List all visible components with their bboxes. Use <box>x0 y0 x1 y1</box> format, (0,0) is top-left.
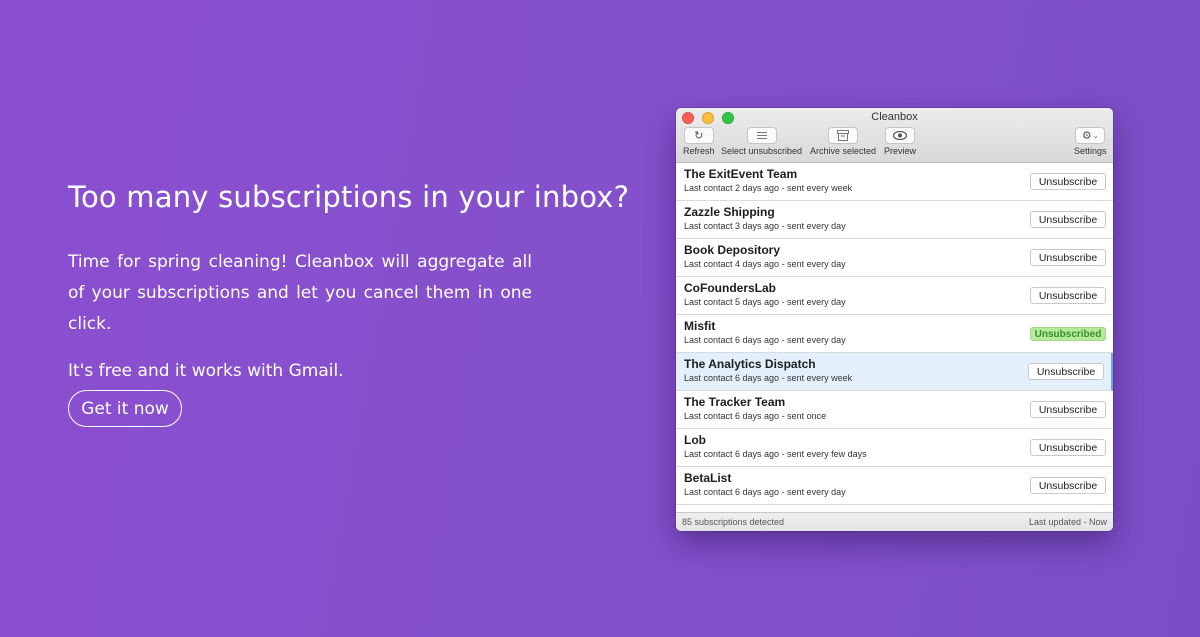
list-icon <box>756 132 767 139</box>
preview-button[interactable] <box>885 127 915 144</box>
preview-tool[interactable]: Preview <box>884 127 916 156</box>
subscription-row-selected[interactable]: The Analytics Dispatch Last contact 6 da… <box>676 353 1113 391</box>
gear-icon: ⚙ <box>1081 130 1092 142</box>
refresh-button[interactable]: ↻ <box>683 127 714 144</box>
last-updated: Last updated - Now <box>1028 517 1107 527</box>
get-it-now-button[interactable]: Get it now <box>68 390 182 427</box>
subscription-name: Lob <box>684 433 706 447</box>
refresh-tool[interactable]: ↻ Refresh <box>683 127 715 156</box>
hero-free-text: It's free and it works with Gmail. <box>68 361 344 381</box>
cleanbox-window: Cleanbox ↻ Refresh Select unsubscribed A… <box>676 108 1113 531</box>
subscription-row[interactable]: CoFoundersLab Last contact 5 days ago - … <box>676 277 1113 315</box>
unsubscribe-button[interactable]: Unsubscribe <box>1030 287 1106 304</box>
subscription-row[interactable]: Misfit Last contact 6 days ago - sent ev… <box>676 315 1113 353</box>
unsubscribe-button[interactable]: Unsubscribe <box>1030 477 1106 494</box>
unsubscribe-button[interactable]: Unsubscribe <box>1030 173 1106 190</box>
archive-selected-tool[interactable]: Archive selected <box>810 127 876 156</box>
window-toolbar: Cleanbox ↻ Refresh Select unsubscribed A… <box>676 108 1113 163</box>
subscription-name: Zazzle Shipping <box>684 205 775 219</box>
archive-selected-button[interactable] <box>828 127 859 144</box>
unsubscribe-button[interactable]: Unsubscribe <box>1030 249 1106 266</box>
subscription-row[interactable]: The Tracker Team Last contact 6 days ago… <box>676 391 1113 429</box>
unsubscribe-button[interactable]: Unsubscribe <box>1030 211 1106 228</box>
hero-lead-text: Time for spring cleaning! Cleanbox will … <box>68 252 532 334</box>
refresh-label: Refresh <box>683 146 715 156</box>
hero-heading: Too many subscriptions in your inbox? <box>68 180 630 214</box>
subscription-name: The ExitEvent Team <box>684 167 798 181</box>
chevron-down-icon: ⌄ <box>1092 132 1099 140</box>
unsubscribe-button[interactable]: Unsubscribe <box>1028 363 1104 380</box>
subscription-list[interactable]: The ExitEvent Team Last contact 2 days a… <box>676 163 1113 513</box>
subscription-row[interactable]: The ExitEvent Team Last contact 2 days a… <box>676 163 1113 201</box>
unsubscribe-button[interactable]: Unsubscribe <box>1030 439 1106 456</box>
archive-selected-label: Archive selected <box>810 146 877 156</box>
preview-label: Preview <box>884 146 917 156</box>
subscription-detail: Last contact 2 days ago - sent every wee… <box>684 183 853 193</box>
unsubscribed-badge: Unsubscribed <box>1030 327 1106 341</box>
subscription-name: The Analytics Dispatch <box>684 357 816 371</box>
settings-label: Settings <box>1074 146 1107 156</box>
subscription-row[interactable]: Book Depository Last contact 4 days ago … <box>676 239 1113 277</box>
hero-section: Too many subscriptions in your inbox? Ti… <box>68 180 630 387</box>
subscription-row[interactable]: Zazzle Shipping Last contact 3 days ago … <box>676 201 1113 239</box>
subscription-name: BetaList <box>684 471 732 485</box>
subscription-row[interactable]: BetaList Last contact 6 days ago - sent … <box>676 467 1113 505</box>
subscription-count: 85 subscriptions detected <box>682 517 785 527</box>
unsubscribe-button[interactable]: Unsubscribe <box>1030 401 1106 418</box>
status-bar: 85 subscriptions detected Last updated -… <box>676 512 1113 531</box>
subscription-detail: Last contact 5 days ago - sent every day <box>684 297 846 307</box>
subscription-detail: Last contact 6 days ago - sent once <box>684 411 827 421</box>
select-unsubscribed-label: Select unsubscribed <box>721 146 803 156</box>
subscription-detail: Last contact 6 days ago - sent every day <box>684 487 846 497</box>
subscription-detail: Last contact 6 days ago - sent every wee… <box>684 373 853 383</box>
subscription-detail: Last contact 4 days ago - sent every day <box>684 259 846 269</box>
subscription-name: Book Depository <box>684 243 781 257</box>
subscription-name: The Tracker Team <box>684 395 786 409</box>
subscription-detail: Last contact 6 days ago - sent every day <box>684 335 846 345</box>
subscription-detail: Last contact 6 days ago - sent every few… <box>684 449 867 459</box>
archive-icon <box>837 130 850 141</box>
subscription-row[interactable]: Lob Last contact 6 days ago - sent every… <box>676 429 1113 467</box>
select-unsubscribed-tool[interactable]: Select unsubscribed <box>721 127 802 156</box>
eye-icon <box>893 131 907 140</box>
subscription-name: CoFoundersLab <box>684 281 776 295</box>
window-title: Cleanbox <box>871 111 918 123</box>
subscription-detail: Last contact 3 days ago - sent every day <box>684 221 846 231</box>
refresh-icon: ↻ <box>694 130 704 142</box>
select-unsubscribed-button[interactable] <box>746 127 777 144</box>
settings-tool[interactable]: ⚙ ⌄ Settings <box>1074 127 1107 156</box>
settings-button[interactable]: ⚙ ⌄ <box>1075 127 1106 144</box>
subscription-name: Misfit <box>684 319 716 333</box>
